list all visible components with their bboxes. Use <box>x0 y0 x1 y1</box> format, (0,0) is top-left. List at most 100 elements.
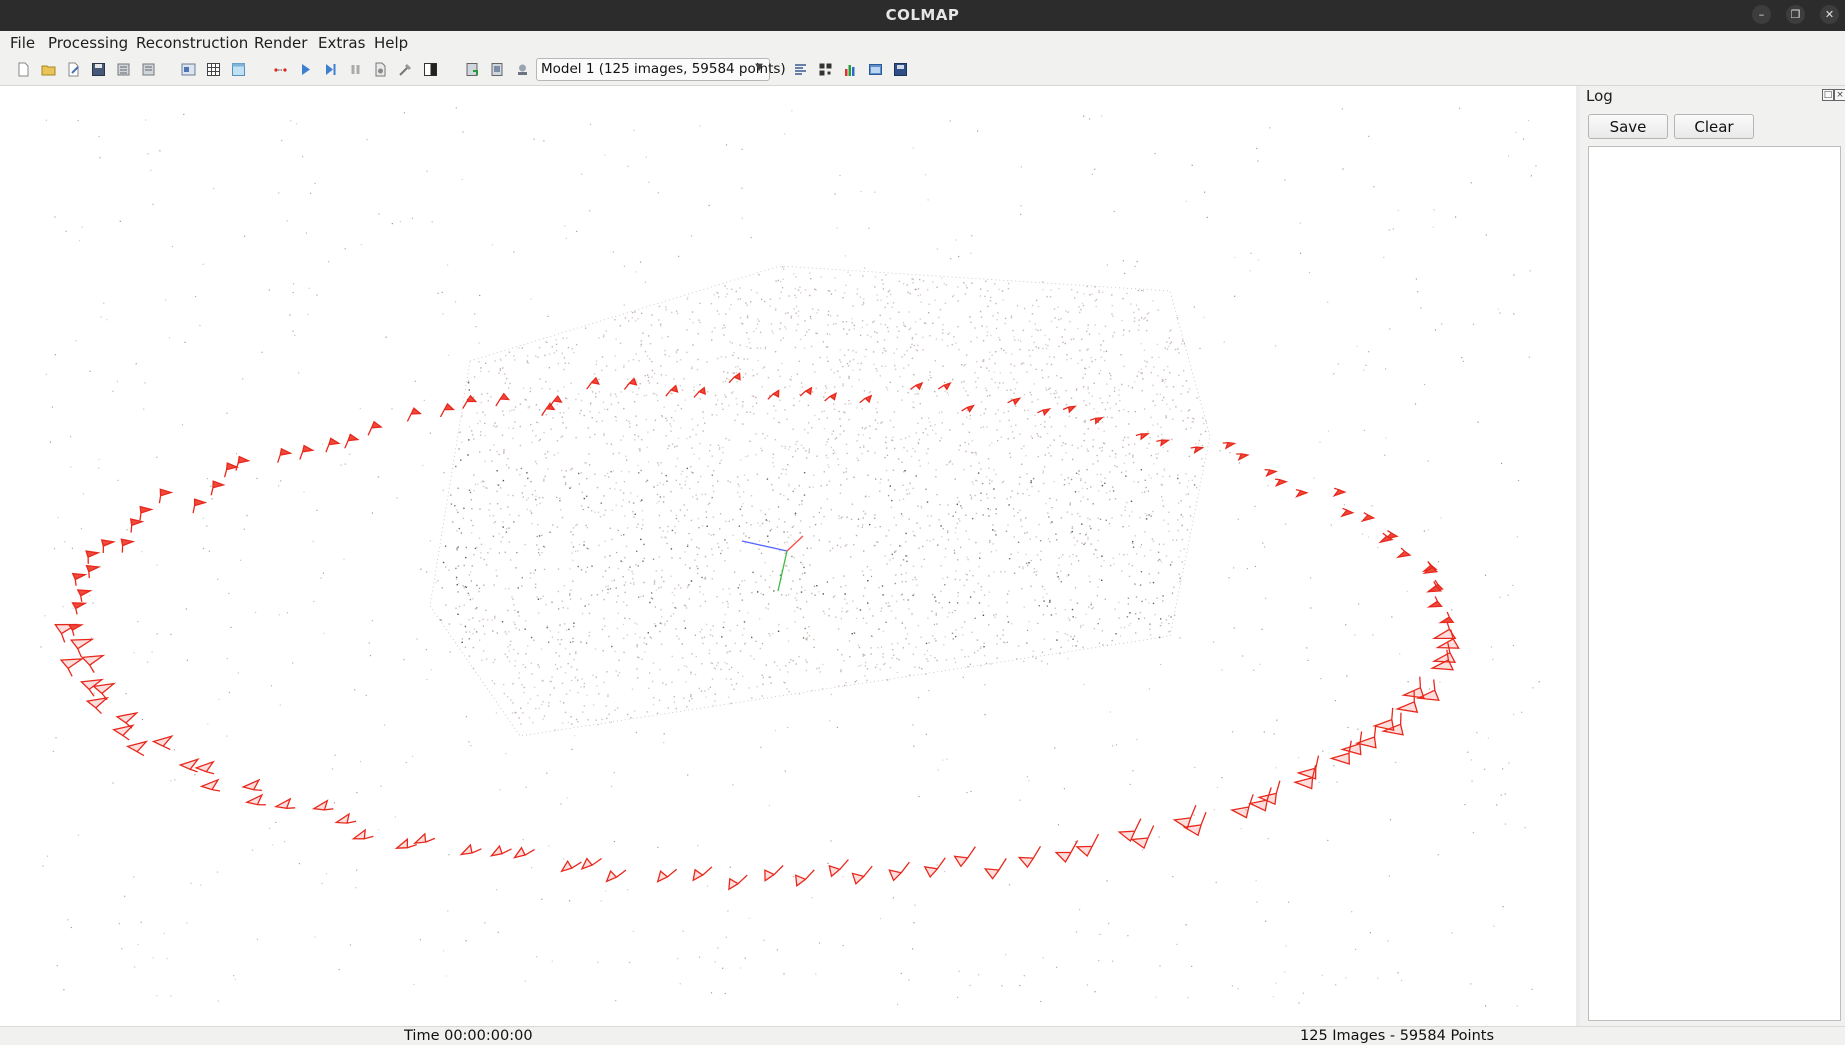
camera-frustum <box>406 407 422 422</box>
open-project-icon[interactable] <box>41 62 56 77</box>
title-bar: COLMAP – ❐ ✕ <box>0 0 1845 31</box>
camera-frustum <box>1156 439 1171 447</box>
model-select-value: Model 1 (125 images, 59584 points) <box>541 61 786 77</box>
camera-frustum <box>495 392 511 407</box>
import-model-icon[interactable] <box>116 62 131 77</box>
dense-reconstruction-icon[interactable] <box>398 62 413 77</box>
camera-frustum <box>1360 512 1376 523</box>
model-stats-icon[interactable] <box>793 62 808 77</box>
sparse-point-cloud <box>40 107 1540 1007</box>
new-project-icon[interactable] <box>16 62 31 77</box>
undistort-icon[interactable] <box>465 62 480 77</box>
log-output[interactable] <box>1588 146 1841 1021</box>
camera-frustum <box>85 550 101 564</box>
clear-log-button[interactable]: Clear <box>1674 114 1754 139</box>
axes-icon <box>741 535 804 592</box>
reconstruction-stats-icon[interactable] <box>843 62 858 77</box>
camera-frustum <box>1222 441 1237 450</box>
float-icon[interactable]: □ <box>1822 89 1834 101</box>
camera-frustum <box>799 386 813 397</box>
save-project-icon[interactable] <box>91 62 106 77</box>
camera-frustum <box>299 444 315 460</box>
camera-frustum <box>192 498 208 514</box>
camera-frustum <box>1172 805 1197 830</box>
menu-extras[interactable]: Extras <box>318 34 365 52</box>
camera-frustum <box>194 760 216 775</box>
model-select[interactable]: Model 1 (125 images, 59584 points) ▼ <box>536 58 786 81</box>
camera-frustum <box>67 624 84 636</box>
camera-frustum <box>728 874 748 891</box>
match-matrix-icon[interactable] <box>490 62 505 77</box>
render-options-icon[interactable] <box>423 62 438 77</box>
camera-frustum <box>223 462 240 478</box>
reconstruction-options-icon[interactable] <box>273 62 288 77</box>
database-management-icon[interactable] <box>231 62 246 77</box>
feature-extraction-icon[interactable] <box>181 62 196 77</box>
camera-frustum <box>1017 845 1042 869</box>
chevron-down-icon: ▼ <box>755 62 763 73</box>
reconstruction-viewport[interactable] <box>0 86 1576 1026</box>
camera-frustum <box>1438 611 1455 624</box>
camera-frustum <box>1340 507 1355 518</box>
minimize-icon[interactable]: – <box>1752 5 1771 24</box>
camera-frustum <box>1395 547 1412 559</box>
camera-frustum <box>125 740 149 757</box>
reset-view-icon[interactable] <box>515 62 530 77</box>
camera-frustum <box>983 858 1007 880</box>
camera-frustum <box>1229 794 1254 819</box>
status-time: Time 00:00:00:00 <box>404 1028 533 1044</box>
camera-frustum <box>334 812 357 824</box>
camera-frustum <box>311 799 334 811</box>
camera-frustum <box>71 602 88 615</box>
camera-frustum <box>1089 417 1104 425</box>
camera-frustum <box>1135 433 1150 441</box>
show-log-icon[interactable] <box>868 62 883 77</box>
camera-frustum <box>1117 818 1142 843</box>
camera-frustum <box>1248 787 1272 812</box>
camera-frustum <box>351 828 374 840</box>
camera-frustum <box>178 758 200 773</box>
camera-frustum <box>1295 488 1309 498</box>
camera-frustum <box>764 865 784 882</box>
camera-frustum <box>560 859 582 873</box>
camera-frustum <box>728 372 741 384</box>
step-reconstruction-icon[interactable] <box>323 62 338 77</box>
menu-bar: File Processing Reconstruction Render Ex… <box>0 31 1845 55</box>
camera-frustum <box>1236 453 1250 461</box>
camera-frustum <box>1037 408 1052 417</box>
camera-frustum <box>100 539 116 553</box>
camera-frustum <box>459 843 482 856</box>
menu-render[interactable]: Render <box>254 34 307 52</box>
camera-frustum <box>1062 405 1077 414</box>
camera-frustum <box>859 394 873 404</box>
camera-frustum <box>344 433 360 449</box>
camera-frustum <box>910 381 924 391</box>
close-icon[interactable]: ✕ <box>1820 5 1839 24</box>
close-icon[interactable]: × <box>1834 89 1845 101</box>
grab-movie-icon[interactable] <box>893 62 908 77</box>
menu-reconstruction[interactable]: Reconstruction <box>136 34 248 52</box>
camera-frustum <box>241 778 262 792</box>
camera-frustum <box>1190 446 1205 455</box>
camera-frustum <box>235 455 251 471</box>
camera-frustum <box>1075 833 1100 858</box>
restore-icon[interactable]: ❐ <box>1786 5 1805 24</box>
start-reconstruction-icon[interactable] <box>298 62 313 77</box>
camera-frustum <box>413 832 436 845</box>
feature-matching-icon[interactable] <box>206 62 221 77</box>
menu-help[interactable]: Help <box>374 34 408 52</box>
bundle-adjustment-icon[interactable] <box>373 62 388 77</box>
camera-frustum <box>580 857 602 870</box>
pause-reconstruction-icon[interactable] <box>348 62 363 77</box>
point-cloud-canvas[interactable] <box>0 86 1576 1026</box>
camera-frustum <box>129 518 145 533</box>
save-log-button[interactable]: Save <box>1588 114 1668 139</box>
grab-image-icon[interactable] <box>818 62 833 77</box>
camera-frustum <box>1007 397 1022 406</box>
export-model-icon[interactable] <box>141 62 156 77</box>
menu-processing[interactable]: Processing <box>48 34 128 52</box>
camera-frustum <box>273 797 296 810</box>
camera-frustum <box>937 382 952 391</box>
edit-project-icon[interactable] <box>66 62 81 77</box>
menu-file[interactable]: File <box>10 34 35 52</box>
